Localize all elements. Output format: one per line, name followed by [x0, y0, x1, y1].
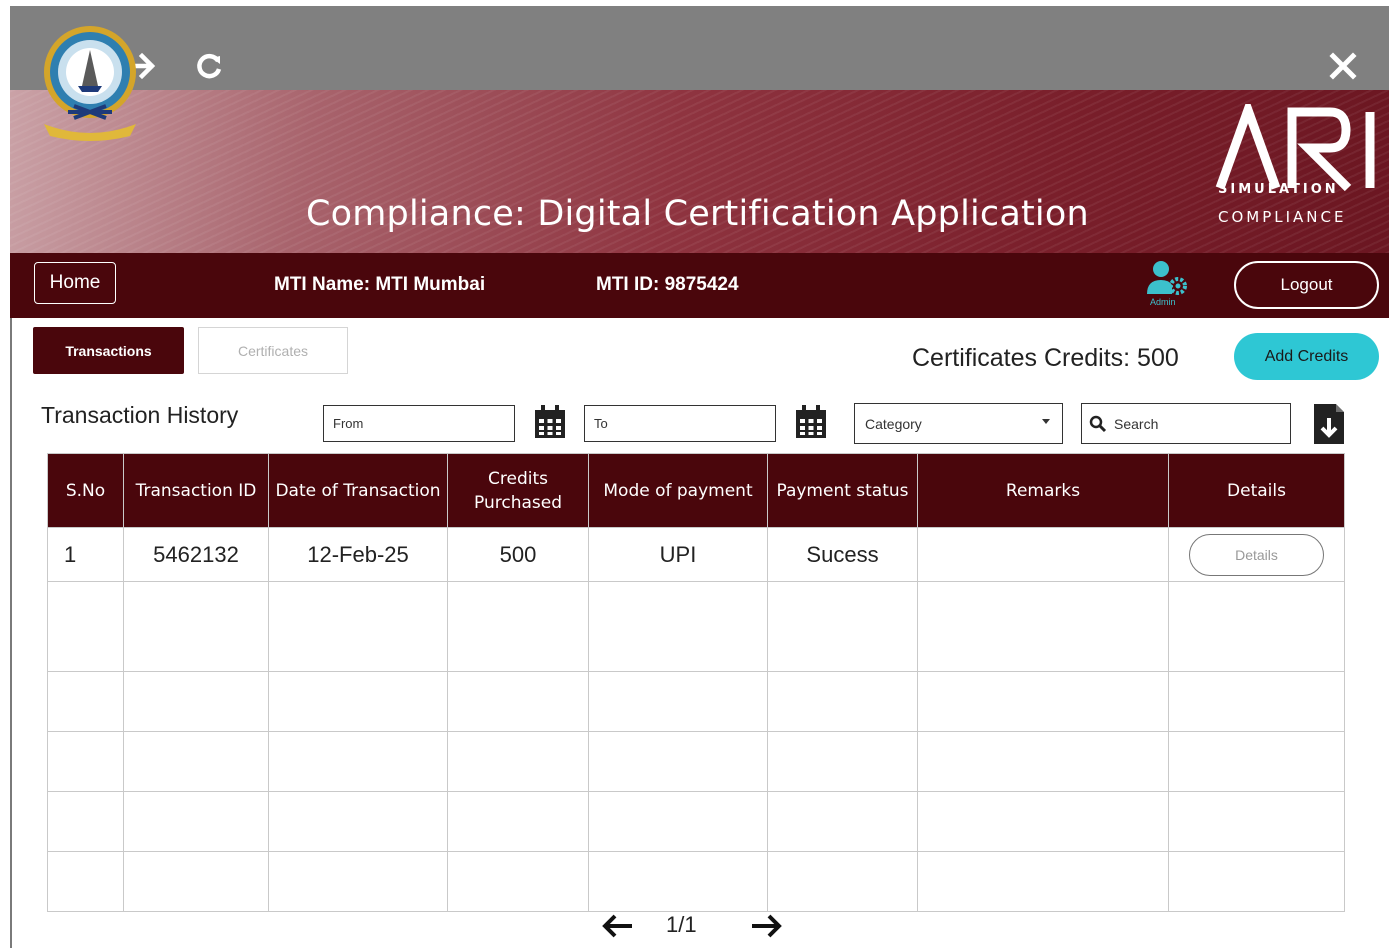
- close-icon: [1329, 52, 1357, 80]
- reload-button[interactable]: [189, 46, 229, 86]
- to-date-input[interactable]: To: [584, 405, 776, 442]
- certificates-credits: Certificates Credits: 500: [912, 344, 1179, 372]
- category-select[interactable]: Category: [854, 403, 1063, 444]
- cell-remarks: [917, 527, 1169, 582]
- ari-logo-line2: COMPLIANCE: [1218, 208, 1347, 226]
- table-row-empty: [47, 851, 1345, 912]
- cell-mode: UPI: [588, 527, 768, 582]
- emblem-logo: [44, 26, 136, 141]
- section-title: Transaction History: [41, 402, 239, 428]
- header-status: Payment status: [767, 453, 918, 528]
- cell-sno: 1: [47, 527, 124, 582]
- admin-label: Admin: [1150, 297, 1176, 307]
- ari-logo: SIMULATION COMPLIANCE: [1212, 104, 1389, 234]
- next-page-arrow-icon[interactable]: [748, 907, 786, 945]
- calendar-icon[interactable]: [794, 404, 828, 440]
- ari-logo-line1: SIMULATION: [1218, 182, 1339, 197]
- close-button[interactable]: [1323, 46, 1363, 86]
- cell-transaction-id: 5462132: [123, 527, 269, 582]
- logout-button[interactable]: Logout: [1234, 261, 1379, 309]
- page-indicator: 1/1: [666, 912, 697, 937]
- cell-date: 12-Feb-25: [268, 527, 448, 582]
- header-sno: S.No: [47, 453, 124, 528]
- mti-name: MTI Name: MTI Mumbai: [274, 274, 486, 295]
- transactions-table: S.No Transaction ID Date of Transaction …: [47, 453, 1345, 912]
- header-remarks: Remarks: [917, 453, 1169, 528]
- cell-status: Sucess: [767, 527, 918, 582]
- ari-logo-mark: [1215, 104, 1375, 192]
- cell-details: Details: [1168, 527, 1345, 582]
- header-mode: Mode of payment: [588, 453, 768, 528]
- add-credits-button[interactable]: Add Credits: [1234, 333, 1379, 380]
- reload-icon: [197, 53, 222, 79]
- table-row-empty: [47, 731, 1345, 792]
- from-date-input[interactable]: From: [323, 405, 515, 442]
- search-input[interactable]: Search: [1081, 403, 1291, 444]
- header-transaction-id: Transaction ID: [123, 453, 269, 528]
- header-credits: Credits Purchased: [447, 453, 589, 528]
- header-date: Date of Transaction: [268, 453, 448, 528]
- table-row: 1 5462132 12-Feb-25 500 UPI Sucess Detai…: [47, 527, 1345, 582]
- table-row-empty: [47, 581, 1345, 672]
- header-details: Details: [1168, 453, 1345, 528]
- table-row-empty: [47, 791, 1345, 852]
- details-button[interactable]: Details: [1189, 533, 1324, 576]
- search-icon: [1089, 415, 1107, 433]
- caret-down-icon: [1042, 419, 1050, 424]
- download-file-icon[interactable]: [1312, 402, 1346, 446]
- home-button[interactable]: Home: [34, 262, 116, 304]
- previous-page-arrow-icon[interactable]: [598, 907, 636, 945]
- app-title: Compliance: Digital Certification Applic…: [306, 194, 1089, 234]
- calendar-icon[interactable]: [533, 404, 567, 440]
- table-row-empty: [47, 671, 1345, 732]
- mti-id: MTI ID: 9875424: [596, 274, 739, 295]
- category-select-value: Category: [865, 415, 922, 432]
- tab-transactions[interactable]: Transactions: [33, 327, 184, 374]
- tab-certificates[interactable]: Certificates: [198, 327, 348, 374]
- cell-credits: 500: [447, 527, 589, 582]
- table-header-row: S.No Transaction ID Date of Transaction …: [47, 453, 1345, 528]
